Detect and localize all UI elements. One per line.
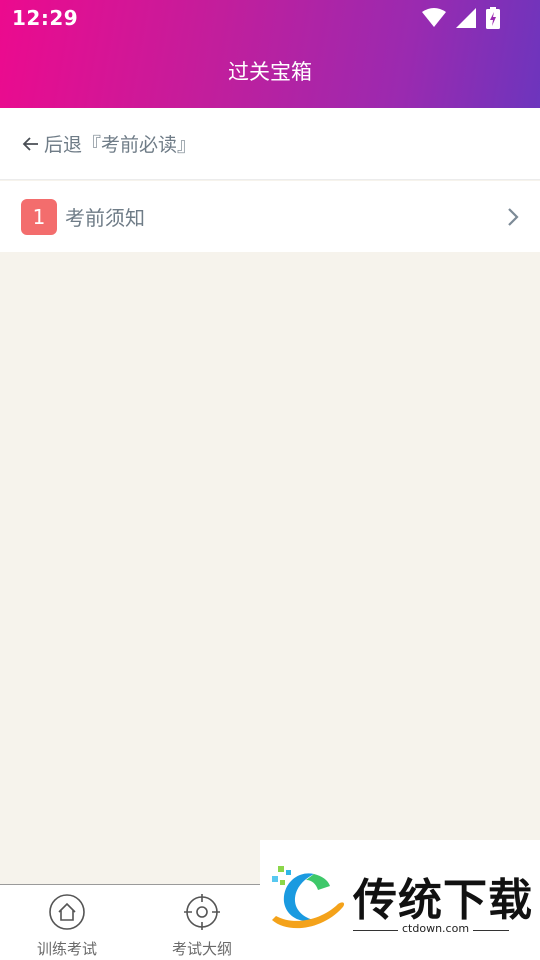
target-icon (137, 893, 267, 935)
watermark-logo-icon (268, 864, 348, 940)
list-item[interactable]: 1 考前须知 (0, 181, 540, 252)
status-icons (422, 7, 500, 29)
back-label: 后退『考前必读』 (44, 134, 197, 156)
chevron-right-icon (506, 206, 520, 232)
status-time: 12:29 (12, 6, 79, 30)
watermark: 传统下载 ctdown.com (260, 840, 540, 960)
item-number-badge: 1 (21, 198, 57, 235)
watermark-text: 传统下载 (353, 875, 533, 926)
tab-label: 训练考试 (36, 940, 97, 958)
signal-icon (456, 8, 476, 28)
back-button[interactable]: 后退『考前必读』 (0, 108, 540, 180)
battery-icon (486, 7, 500, 29)
tab-training-exam[interactable]: 训练考试 (2, 893, 132, 959)
content-area (0, 252, 540, 884)
page-title: 过关宝箱 (228, 60, 312, 84)
home-icon (2, 893, 132, 935)
app-header: 12:29 过关宝箱 (0, 0, 540, 108)
watermark-url: ctdown.com (398, 922, 474, 935)
wifi-icon (422, 8, 446, 28)
item-label: 考前须知 (65, 206, 145, 230)
tab-label: 考试大纲 (171, 940, 232, 958)
status-bar: 12:29 (0, 0, 540, 36)
tab-exam-outline[interactable]: 考试大纲 (137, 893, 267, 959)
arrow-left-icon (22, 135, 40, 153)
